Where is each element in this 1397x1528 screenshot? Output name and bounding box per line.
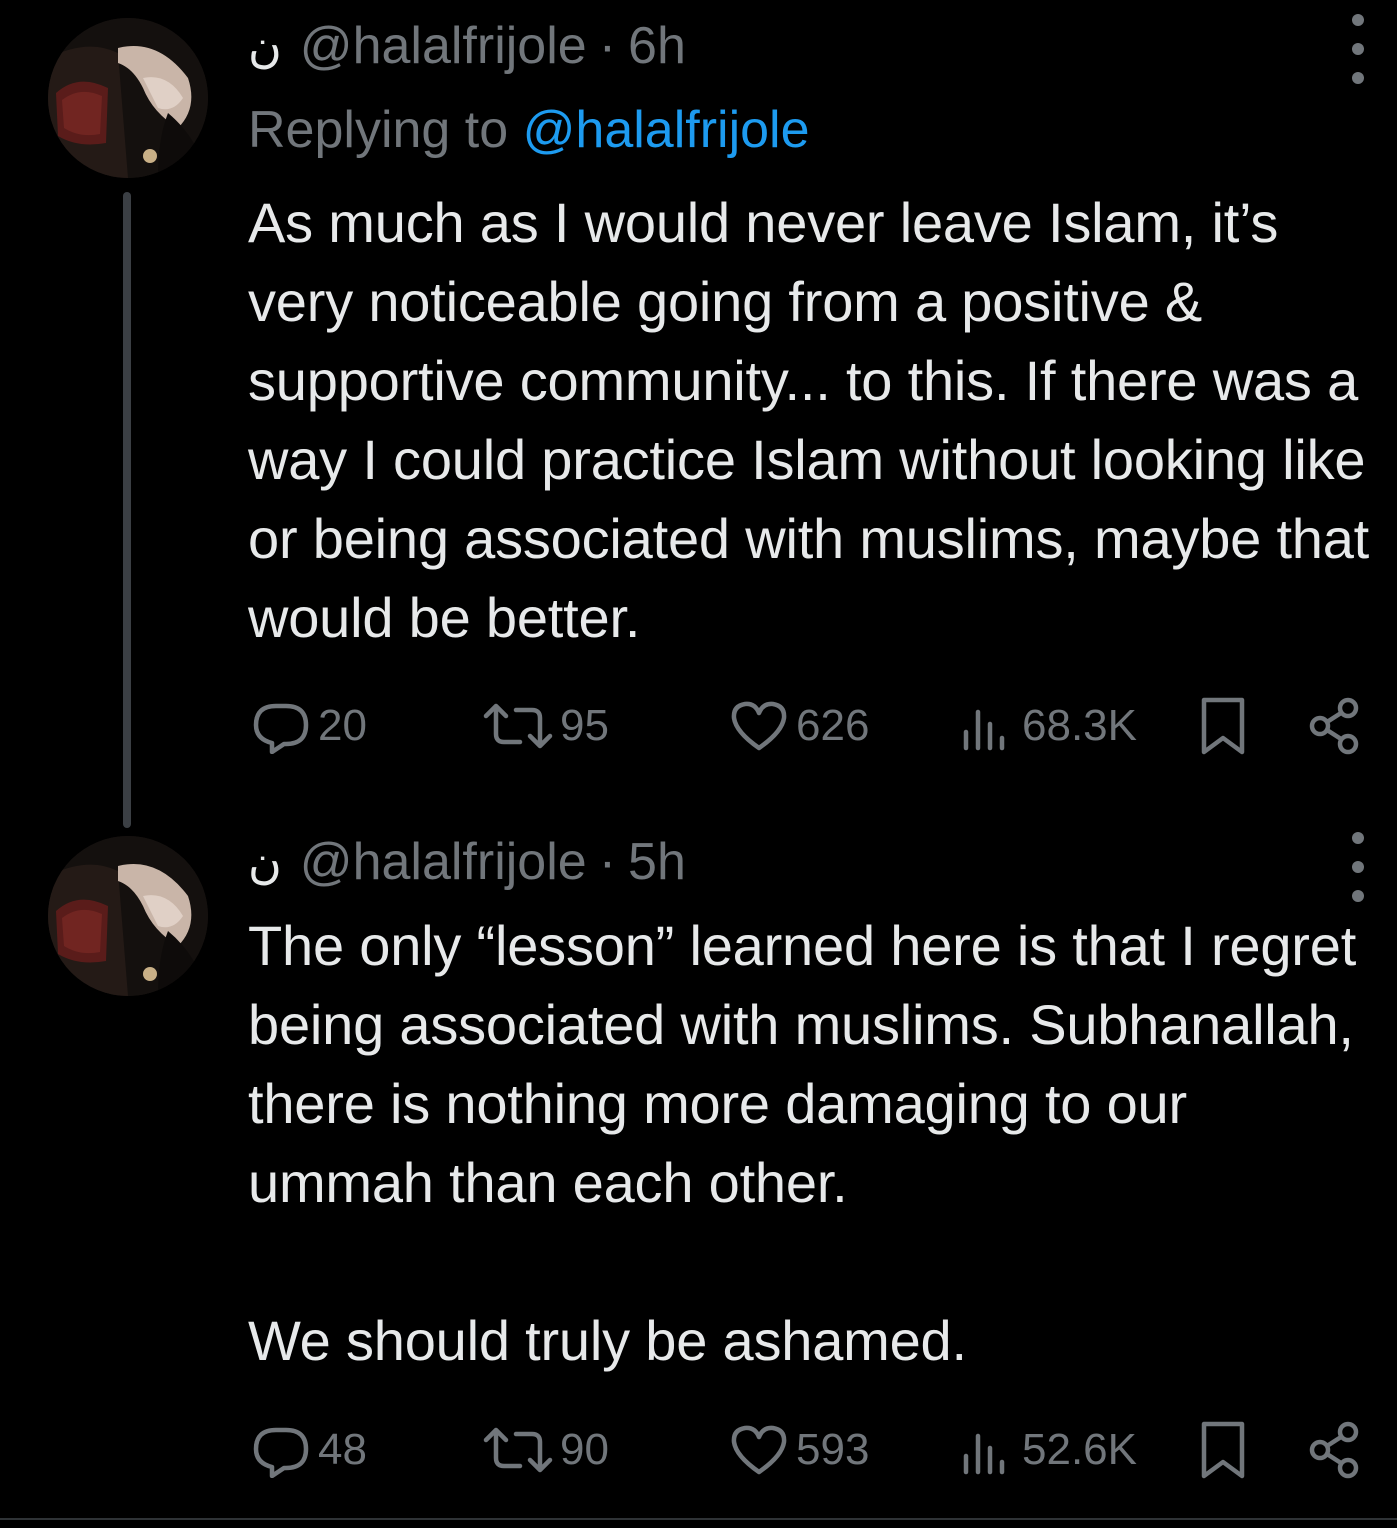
repost-count: 95 [560, 701, 609, 750]
avatar[interactable] [48, 836, 208, 996]
views-icon [963, 1433, 1005, 1475]
repost-count: 90 [560, 1425, 609, 1474]
more-vertical-icon[interactable] [1338, 832, 1378, 902]
views-count: 68.3K [1022, 701, 1137, 750]
action-bar: 48 90 593 52.6K [248, 1420, 1368, 1480]
like-button[interactable]: 626 [728, 696, 869, 756]
views-count: 52.6K [1022, 1425, 1137, 1474]
replying-to: Replying to @halalfrijole [248, 100, 810, 160]
handle[interactable]: @halalfrijole [300, 16, 587, 76]
more-vertical-icon[interactable] [1338, 14, 1378, 84]
replying-to-handle-link[interactable]: @halalfrijole [523, 101, 810, 159]
views-button[interactable]: 52.6K [960, 1420, 1137, 1480]
handle[interactable]: @halalfrijole [300, 832, 587, 892]
tweet-2[interactable]: ن @halalfrijole · 5h The only “lesson” l… [0, 820, 1397, 1510]
share-button[interactable] [1306, 696, 1362, 756]
display-name[interactable]: ن [248, 835, 282, 889]
reply-count: 48 [318, 1425, 367, 1474]
share-icon [1309, 1421, 1359, 1479]
repost-icon [483, 1427, 553, 1473]
heart-icon [731, 1425, 787, 1475]
tweet-header: ن @halalfrijole · 5h [248, 830, 686, 894]
like-button[interactable]: 593 [728, 1420, 869, 1480]
like-count: 626 [796, 701, 870, 750]
replying-to-label: Replying to [248, 101, 509, 159]
reply-icon [253, 1427, 309, 1478]
action-bar: 20 95 626 68.3K [248, 696, 1368, 756]
divider [0, 1518, 1397, 1520]
reply-button[interactable]: 20 [250, 696, 367, 756]
timestamp[interactable]: 6h [628, 16, 686, 76]
views-icon [963, 709, 1005, 751]
views-button[interactable]: 68.3K [960, 696, 1137, 756]
repost-button[interactable]: 90 [482, 1420, 609, 1480]
avatar-image [48, 18, 208, 178]
display-name[interactable]: ن [248, 19, 282, 73]
separator: · [598, 17, 617, 75]
bookmark-icon [1201, 697, 1245, 755]
like-count: 593 [796, 1425, 870, 1474]
tweet-header: ن @halalfrijole · 6h [248, 14, 686, 78]
reply-button[interactable]: 48 [250, 1420, 367, 1480]
tweet-1[interactable]: ن @halalfrijole · 6h Replying to @halalf… [0, 0, 1397, 828]
bookmark-button[interactable] [1198, 1420, 1248, 1480]
share-icon [1309, 697, 1359, 755]
avatar-image [48, 836, 208, 996]
bookmark-icon [1201, 1421, 1245, 1479]
bookmark-button[interactable] [1198, 696, 1248, 756]
tweet-text: The only “lesson” learned here is that I… [248, 914, 1357, 1372]
separator: · [598, 833, 617, 891]
repost-button[interactable]: 95 [482, 696, 609, 756]
avatar[interactable] [48, 18, 208, 178]
heart-icon [731, 701, 787, 751]
reply-count: 20 [318, 701, 367, 750]
thread-line [123, 192, 131, 828]
share-button[interactable] [1306, 1420, 1362, 1480]
tweet-text: As much as I would never leave Islam, it… [248, 191, 1385, 649]
timestamp[interactable]: 5h [628, 832, 686, 892]
repost-icon [483, 703, 553, 749]
reply-icon [253, 703, 309, 754]
